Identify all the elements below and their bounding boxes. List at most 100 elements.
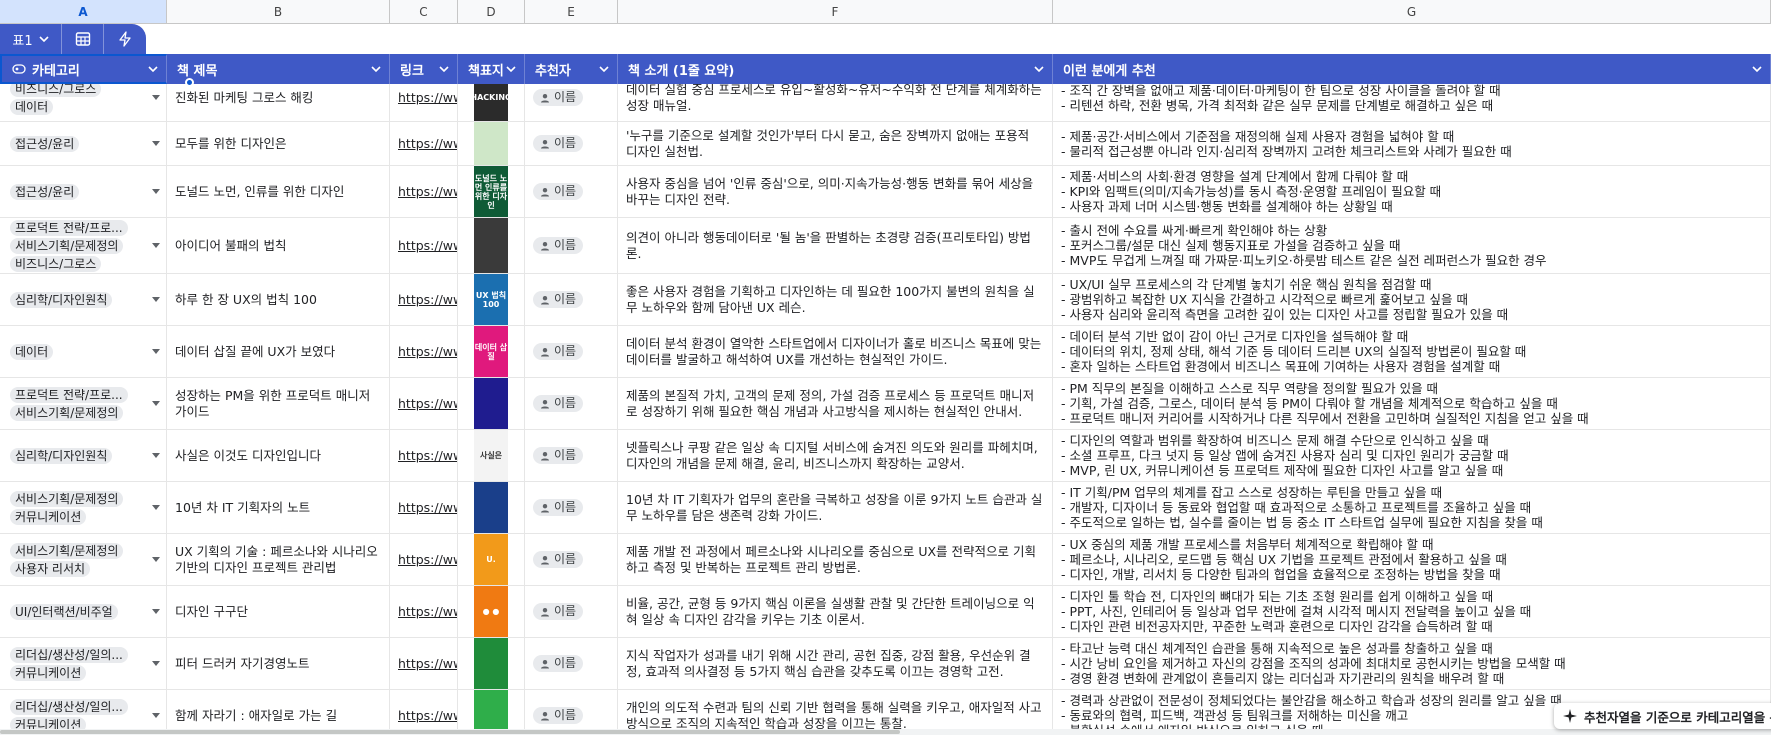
person-chip[interactable]: 이름: [533, 343, 584, 360]
person-chip[interactable]: 이름: [533, 447, 584, 464]
table-row[interactable]: 접근성/윤리 도널드 노먼, 인류를 위한 디자인https://www 도널드 노…: [0, 166, 1771, 218]
dropdown-arrow-icon[interactable]: [152, 349, 160, 354]
table-row[interactable]: UI/인터랙션/비주얼 디자인 구구단https://www ● ● 이름 비율, 공간…: [0, 586, 1771, 638]
category-chip[interactable]: 서비스기획/문제정의: [10, 404, 124, 421]
category-cell[interactable]: 데이터: [0, 326, 167, 377]
chevron-down-icon[interactable]: [599, 64, 609, 74]
person-chip[interactable]: 이름: [533, 89, 584, 106]
category-cell[interactable]: UI/인터랙션/비주얼: [0, 586, 167, 637]
book-title-cell[interactable]: 성장하는 PM을 위한 프로덕트 매니저 가이드: [167, 378, 390, 429]
link-cell[interactable]: https://www: [390, 690, 458, 729]
person-chip[interactable]: 이름: [533, 395, 584, 412]
link-cell[interactable]: https://www: [390, 166, 458, 217]
intro-cell[interactable]: 의견이 아니라 행동데이터로 '될 놈'을 판별하는 초경량 검증(프리토타입)…: [618, 218, 1053, 273]
header-title[interactable]: 책 제목: [167, 54, 390, 84]
recommender-cell[interactable]: 이름: [525, 166, 618, 217]
link-cell[interactable]: https://www: [390, 638, 458, 689]
table-row[interactable]: 서비스기획/문제정의 커뮤니케이션 10년 차 IT 기획자의 노트 https://…: [0, 482, 1771, 534]
book-title-cell[interactable]: 사실은 이것도 디자인입니다: [167, 430, 390, 481]
recommender-cell[interactable]: 이름: [525, 84, 618, 121]
person-chip[interactable]: 이름: [533, 499, 584, 516]
recommender-cell[interactable]: 이름: [525, 534, 618, 585]
category-cell[interactable]: 비즈니스/그로스 데이터: [0, 84, 167, 121]
column-e-header[interactable]: E: [525, 0, 618, 23]
intro-cell[interactable]: 좋은 사용자 경험을 기획하고 디자인하는 데 필요한 100가지 불변의 원칙…: [618, 274, 1053, 325]
header-for-whom[interactable]: 이런 분에게 추천: [1053, 54, 1771, 84]
link-cell[interactable]: https://www: [390, 430, 458, 481]
category-cell[interactable]: 접근성/윤리: [0, 122, 167, 165]
person-chip[interactable]: 이름: [533, 135, 584, 152]
recommender-cell[interactable]: 이름: [525, 690, 618, 729]
category-chip[interactable]: 커뮤니케이션: [10, 508, 87, 525]
recommend-for-cell[interactable]: - 디자인 툴 학습 전, 디자인의 뼈대가 되는 기초 조형 원리를 쉽게 이…: [1053, 586, 1771, 637]
link-cell[interactable]: https://www: [390, 534, 458, 585]
cover-cell[interactable]: [458, 218, 525, 273]
column-g-header[interactable]: G: [1053, 0, 1771, 23]
category-chip[interactable]: 비즈니스/그로스: [10, 84, 102, 97]
header-intro[interactable]: 책 소개 (1줄 요약): [618, 54, 1053, 84]
category-chip[interactable]: 접근성/윤리: [10, 183, 80, 200]
category-cell[interactable]: 심리학/디자인원칙: [0, 430, 167, 481]
category-cell[interactable]: 리더십/생산성/일의... 커뮤니케이션: [0, 638, 167, 689]
table-row[interactable]: 심리학/디자인원칙 하루 한 장 UX의 법칙 100https://www UX …: [0, 274, 1771, 326]
chevron-down-icon[interactable]: [1034, 64, 1044, 74]
recommend-for-cell[interactable]: - 타고난 능력 대신 체계적인 습관을 통해 지속적으로 높은 성과를 창출하…: [1053, 638, 1771, 689]
dropdown-arrow-icon[interactable]: [152, 505, 160, 510]
recommender-cell[interactable]: 이름: [525, 482, 618, 533]
category-chip[interactable]: 심리학/디자인원칙: [10, 291, 113, 308]
recommend-for-cell[interactable]: - 출시 전에 수요를 싸게·빠르게 확인해야 하는 상황 - 포커스그룹/설문 …: [1053, 218, 1771, 273]
intro-cell[interactable]: 제품의 본질적 가치, 고객의 문제 정의, 가설 검증 프로세스 등 프로덕트…: [618, 378, 1053, 429]
cover-cell[interactable]: [458, 482, 525, 533]
category-cell[interactable]: 리더십/생산성/일의... 커뮤니케이션: [0, 690, 167, 729]
recommender-cell[interactable]: 이름: [525, 378, 618, 429]
category-chip[interactable]: 데이터: [10, 343, 54, 360]
recommend-for-cell[interactable]: - UX/UI 실무 프로세스의 각 단계별 놓치기 쉬운 핵심 원칙을 점검할…: [1053, 274, 1771, 325]
category-chip[interactable]: 비즈니스/그로스: [10, 255, 102, 272]
category-cell[interactable]: 프로덕트 전략/프로... 서비스기획/문제정의: [0, 378, 167, 429]
book-title-cell[interactable]: 디자인 구구단: [167, 586, 390, 637]
category-chip[interactable]: 데이터: [10, 98, 54, 115]
table-row[interactable]: 리더십/생산성/일의... 커뮤니케이션 함께 자라기 : 애자일로 가는 길 htt…: [0, 690, 1771, 729]
intro-cell[interactable]: 지식 작업자가 성과를 내기 위해 시간 관리, 공헌 집중, 강점 활용, 우…: [618, 638, 1053, 689]
intro-cell[interactable]: 10년 차 IT 기획자가 업무의 혼란을 극복하고 성장을 이룬 9가지 노트…: [618, 482, 1053, 533]
recommender-cell[interactable]: 이름: [525, 430, 618, 481]
intro-cell[interactable]: 데이터 분석 환경이 열악한 스타트업에서 디자이너가 홀로 비즈니스 목표에 …: [618, 326, 1053, 377]
cover-cell[interactable]: 도널드 노먼 인류를 위한 디자인: [458, 166, 525, 217]
cover-cell[interactable]: UX 법칙 100: [458, 274, 525, 325]
book-title-cell[interactable]: 함께 자라기 : 애자일로 가는 길: [167, 690, 390, 729]
category-chip[interactable]: 커뮤니케이션: [10, 664, 87, 681]
category-chip[interactable]: 프로덕트 전략/프로...: [10, 386, 128, 403]
grid-view-button[interactable]: [62, 24, 104, 54]
automation-button[interactable]: [104, 24, 146, 54]
recommender-cell[interactable]: 이름: [525, 326, 618, 377]
recommender-cell[interactable]: 이름: [525, 586, 618, 637]
column-a-header[interactable]: A: [0, 0, 167, 23]
category-cell[interactable]: 접근성/윤리: [0, 166, 167, 217]
recommender-cell[interactable]: 이름: [525, 638, 618, 689]
column-c-header[interactable]: C: [390, 0, 458, 23]
recommender-cell[interactable]: 이름: [525, 122, 618, 165]
person-chip[interactable]: 이름: [533, 603, 584, 620]
column-f-header[interactable]: F: [618, 0, 1053, 23]
table-row[interactable]: 리더십/생산성/일의... 커뮤니케이션 피터 드러커 자기경영노트 https://…: [0, 638, 1771, 690]
recommend-for-cell[interactable]: - IT 기획/PM 업무의 체계를 잡고 스스로 성장하는 루틴을 만들고 싶…: [1053, 482, 1771, 533]
intro-cell[interactable]: 사용자 중심을 넘어 '인류 중심'으로, 의미·지속가능성·행동 변화를 묶어…: [618, 166, 1053, 217]
chevron-down-icon[interactable]: [371, 64, 381, 74]
dropdown-arrow-icon[interactable]: [152, 453, 160, 458]
recommender-cell[interactable]: 이름: [525, 274, 618, 325]
intro-cell[interactable]: 비율, 공간, 균형 등 9가지 핵심 이론을 실생활 관찰 및 간단한 트레이…: [618, 586, 1053, 637]
person-chip[interactable]: 이름: [533, 707, 584, 724]
category-cell[interactable]: 서비스기획/문제정의 커뮤니케이션: [0, 482, 167, 533]
intro-cell[interactable]: 제품 개발 전 과정에서 페르소나와 시나리오를 중심으로 UX를 전략적으로 …: [618, 534, 1053, 585]
cover-cell[interactable]: U.: [458, 534, 525, 585]
chevron-down-icon[interactable]: [148, 64, 158, 74]
book-title-cell[interactable]: 모두를 위한 디자인은: [167, 122, 390, 165]
recommender-cell[interactable]: 이름: [525, 218, 618, 273]
category-chip[interactable]: 커뮤니케이션: [10, 716, 87, 729]
category-chip[interactable]: 서비스기획/문제정의: [10, 542, 124, 559]
header-link[interactable]: 링크: [390, 54, 458, 84]
category-chip[interactable]: 사용자 리서치: [10, 560, 91, 577]
cover-cell[interactable]: 데이터 삽질: [458, 326, 525, 377]
table-row[interactable]: 프로덕트 전략/프로... 서비스기획/문제정의 성장하는 PM을 위한 프로덕트 …: [0, 378, 1771, 430]
chevron-down-icon[interactable]: [1752, 64, 1762, 74]
